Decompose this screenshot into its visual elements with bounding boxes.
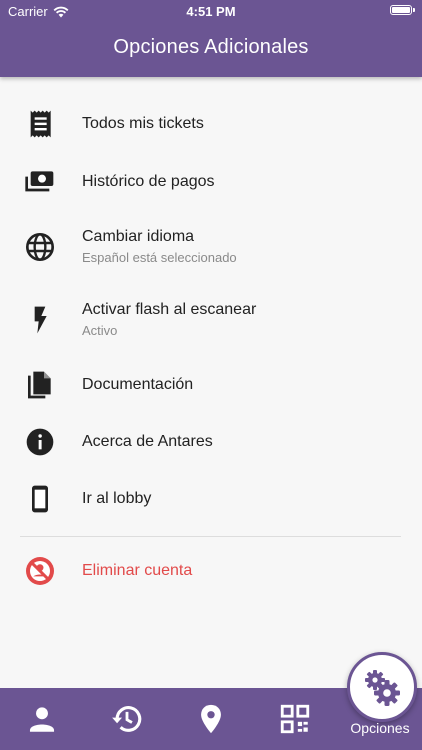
- phone-icon: [24, 483, 56, 515]
- battery-icon: [390, 5, 415, 15]
- globe-icon: [24, 231, 56, 263]
- qr-code-icon[interactable]: [278, 702, 312, 736]
- menu-item-documentation[interactable]: Documentación: [0, 360, 422, 410]
- documents-icon: [24, 369, 56, 401]
- history-icon[interactable]: [110, 702, 144, 736]
- menu-divider: [20, 536, 401, 537]
- app-header: Carrier 4:51 PM Opciones Adicionales: [0, 0, 422, 77]
- menu-item-payment-history[interactable]: Histórico de pagos: [0, 157, 422, 207]
- menu-item-flash[interactable]: Activar flash al escanear Activo: [0, 295, 422, 345]
- menu-item-label: Acerca de Antares: [82, 433, 213, 450]
- location-pin-icon[interactable]: [194, 702, 228, 736]
- menu-item-label: Documentación: [82, 376, 194, 393]
- menu-item-language[interactable]: Cambiar idioma Español está seleccionado: [0, 222, 422, 272]
- gears-icon: [365, 670, 400, 706]
- menu-item-label: Histórico de pagos: [82, 173, 215, 190]
- receipt-icon: [24, 108, 56, 140]
- options-tab-button[interactable]: [347, 652, 417, 722]
- menu-item-label: Ir al lobby: [82, 490, 152, 507]
- menu-item-label: Todos mis tickets: [82, 115, 204, 132]
- menu-item-tickets[interactable]: Todos mis tickets: [0, 99, 422, 149]
- menu-item-lobby[interactable]: Ir al lobby: [0, 474, 422, 524]
- menu-item-label: Eliminar cuenta: [82, 562, 193, 579]
- no-account-icon: [24, 555, 56, 587]
- status-time: 4:51 PM: [186, 4, 236, 19]
- page-title: Opciones Adicionales: [113, 36, 309, 58]
- person-icon[interactable]: [25, 702, 59, 736]
- info-icon: [24, 426, 56, 458]
- menu-item-label: Cambiar idioma: [82, 228, 195, 245]
- menu-item-sublabel: Activo: [82, 323, 118, 338]
- menu-item-about[interactable]: Acerca de Antares: [0, 417, 422, 467]
- payments-icon: [24, 166, 56, 198]
- menu-item-delete-account[interactable]: Eliminar cuenta: [0, 546, 422, 596]
- flash-icon: [24, 304, 56, 336]
- menu-item-sublabel: Español está seleccionado: [82, 250, 237, 265]
- menu-item-label: Activar flash al escanear: [82, 301, 257, 318]
- options-tab-label: Opciones: [350, 720, 410, 736]
- status-bar: Carrier 4:51 PM: [0, 0, 422, 22]
